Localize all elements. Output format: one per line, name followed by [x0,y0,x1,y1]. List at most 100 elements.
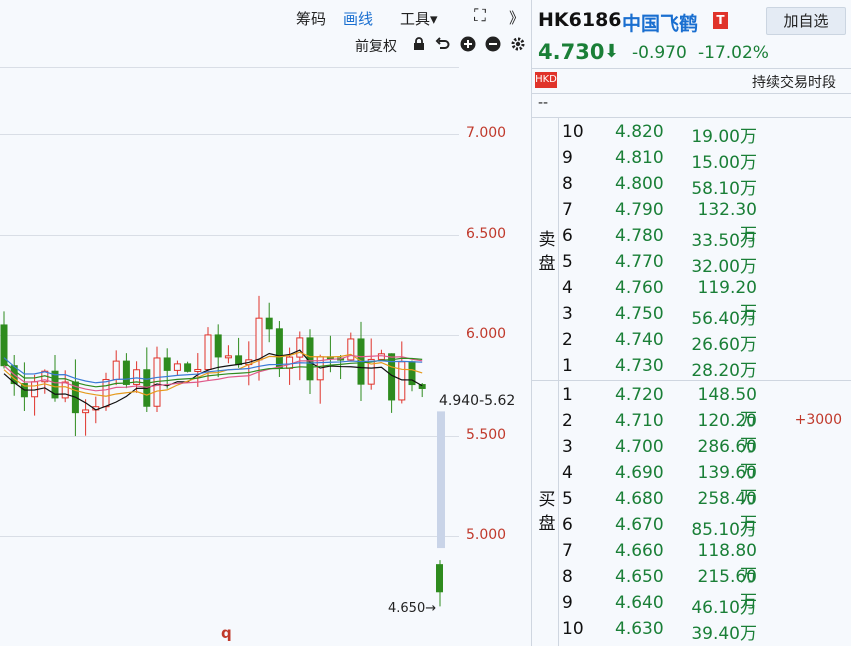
ask-row[interactable]: 10 4.820 19.00万 [532,120,851,147]
candle-body [163,357,171,371]
price: 4.790 [615,200,664,220]
zoom-out-icon[interactable] [485,36,501,52]
price-range-bar [437,411,445,549]
level: 1 [562,356,573,376]
gear-icon[interactable] [510,36,526,52]
price: 4.690 [615,463,664,483]
price: 4.730 [615,356,664,376]
undo-icon[interactable] [435,36,451,52]
candle-body [377,353,385,360]
price: 4.700 [615,437,664,457]
bid-row[interactable]: 4 4.690 139.60万 [532,461,851,508]
candle-body [122,360,130,385]
zoom-in-icon[interactable] [460,36,476,52]
chart-panel: 筹码 画线 工具▾ ⛶ 》 前复权 7.000 6.500 6.000 5.50… [0,0,531,646]
price: 4.820 [615,122,664,142]
candle-body [82,409,90,414]
stock-name[interactable]: 中国飞鹤 [622,9,698,36]
candle-body [112,360,120,380]
collapse-icon[interactable]: 》 [509,7,524,28]
bid-row[interactable]: 7 4.660 118.80万 [532,539,851,586]
volume: 85.10万 [691,520,757,540]
divider [532,93,851,94]
price: 4.670 [615,515,664,535]
trade-tag-badge: T [713,12,728,29]
volume: 39.40万 [691,624,757,644]
level: 9 [562,148,573,168]
candle-body [194,368,202,372]
bottom-marker: q [221,624,232,642]
bid-row[interactable]: 9 4.640 46.10万 [532,591,851,618]
ask-row[interactable]: 7 4.790 132.30万 [532,198,851,245]
bid-row[interactable]: 6 4.670 85.10万 [532,513,851,540]
price-change: -0.970 [632,43,687,63]
chip-button[interactable]: 筹码 [296,8,326,29]
candle-body [436,564,443,593]
price: 4.650 [615,567,664,587]
quote-panel: HK6186 中国飞鹤 T 加自选 4.730 ⬇ -0.970 -17.02%… [531,0,851,646]
candlestick-chart[interactable] [0,68,459,628]
placeholder-text: -- [538,95,549,111]
ask-row[interactable]: 4 4.760 119.20万 [532,276,851,323]
bid-row[interactable]: 3 4.700 286.60万 [532,435,851,482]
candle-body [204,334,212,370]
level: 2 [562,411,573,431]
bid-row[interactable]: 1 4.720 148.50万 [532,383,851,430]
candle-body [61,381,69,399]
price: 4.780 [615,226,664,246]
level: 5 [562,489,573,509]
volume: 26.60万 [691,335,757,355]
candle-body [102,378,110,408]
ask-row[interactable]: 2 4.740 26.60万 [532,328,851,355]
bid-row[interactable]: 5 4.680 258.40万 [532,487,851,534]
volume: 46.10万 [691,598,757,618]
ask-row[interactable]: 8 4.800 58.10万 [532,172,851,199]
price: 4.630 [615,619,664,639]
tools-menu-button[interactable]: 工具▾ [400,8,438,29]
level: 4 [562,463,573,483]
last-price: 4.730 [538,40,605,64]
add-watchlist-button[interactable]: 加自选 [766,7,846,35]
ask-row[interactable]: 9 4.810 15.00万 [532,146,851,173]
draw-line-button[interactable]: 画线 [343,8,373,29]
bid-row[interactable]: 10 4.630 39.40万 [532,617,851,644]
volume: 32.00万 [691,257,757,277]
price: 4.720 [615,385,664,405]
stock-code: HK6186 [538,9,622,31]
ask-row[interactable]: 6 4.780 33.50万 [532,224,851,251]
volume: 19.00万 [691,127,757,147]
candle-body [173,363,181,371]
session-status: 持续交易时段 [752,75,836,91]
price: 4.710 [615,411,664,431]
level: 6 [562,515,573,535]
level: 1 [562,385,573,405]
volume: 33.50万 [691,231,757,251]
level: 5 [562,252,573,272]
expand-icon[interactable]: ⛶ [474,6,486,26]
range-label: 4.940-5.62 [439,393,516,409]
price: 4.760 [615,278,664,298]
bid-row[interactable]: 2 4.710 120.20万 +3000 [532,409,851,456]
ask-row[interactable]: 1 4.730 28.20万 [532,354,851,381]
price: 4.770 [615,252,664,272]
candle-body [306,337,314,381]
volume-change: +3000 [794,412,842,428]
volume: 28.20万 [691,361,757,381]
bid-row[interactable]: 8 4.650 215.60万 [532,565,851,612]
level: 7 [562,541,573,561]
price: 4.800 [615,174,664,194]
candle-body [184,363,192,372]
level: 10 [562,619,584,639]
adjust-mode-button[interactable]: 前复权 [355,36,397,56]
candle-body [265,317,273,330]
price-axis-label: 6.500 [466,226,507,242]
price: 4.680 [615,489,664,509]
divider [532,117,851,118]
candle-body [214,334,222,358]
price: 4.810 [615,148,664,168]
currency-badge: HKD [535,72,557,88]
ask-row[interactable]: 5 4.770 32.00万 [532,250,851,277]
ask-row[interactable]: 3 4.750 56.40万 [532,302,851,329]
lock-icon[interactable] [411,36,427,52]
down-arrow-icon: ⬇ [604,41,620,62]
